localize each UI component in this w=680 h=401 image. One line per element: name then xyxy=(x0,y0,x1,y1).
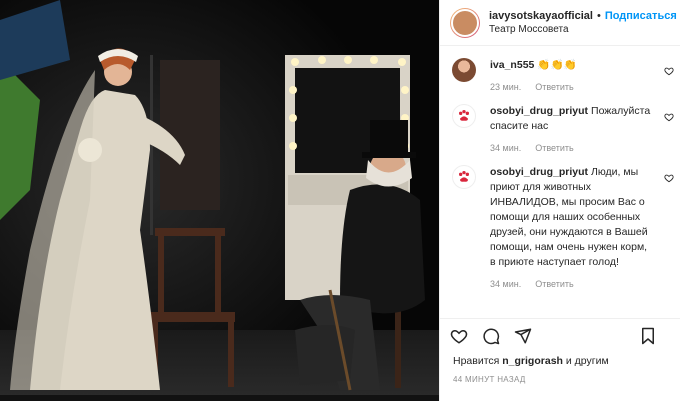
comment-username[interactable]: osobyi_drug_priyut xyxy=(490,105,588,117)
follow-button[interactable]: Подписаться xyxy=(605,10,677,22)
commenter-avatar[interactable] xyxy=(452,104,476,128)
comment-text: Люди, мы приют для животных ИНВАЛИДОВ, м… xyxy=(490,166,648,268)
comment-username[interactable]: osobyi_drug_priyut xyxy=(490,166,588,178)
bookmark-icon[interactable] xyxy=(640,327,656,345)
paw-logo-icon xyxy=(459,110,469,121)
post-side-panel: iavysotskayaofficial • Подписаться Театр М… xyxy=(439,0,680,401)
likes-prefix: Нравится xyxy=(453,355,500,367)
comment-time[interactable]: 34 мин. xyxy=(490,143,521,153)
like-comment-heart-icon[interactable] xyxy=(664,112,674,122)
post-photo[interactable] xyxy=(0,0,439,401)
stage-photo-illustration xyxy=(0,0,439,401)
reply-button[interactable]: Ответить xyxy=(535,279,573,289)
comments-list[interactable]: iva_n555 👏👏👏 23 мин. Ответить osobyi_drug_… xyxy=(440,46,680,314)
like-comment-heart-icon[interactable] xyxy=(664,66,674,76)
commenter-avatar[interactable] xyxy=(452,165,476,189)
post-header: iavysotskayaofficial • Подписаться Театр М… xyxy=(440,0,680,46)
comment-text: 👏👏👏 xyxy=(537,59,577,71)
post-actions-bar xyxy=(440,318,680,352)
likes-summary[interactable]: Нравится n_grigorash и другим xyxy=(453,355,609,367)
author-username[interactable]: iavysotskayaofficial xyxy=(489,10,593,22)
like-heart-icon[interactable] xyxy=(450,327,468,345)
paw-logo-icon xyxy=(459,171,469,182)
reply-button[interactable]: Ответить xyxy=(535,143,573,153)
reply-button[interactable]: Ответить xyxy=(535,82,573,92)
commenter-avatar[interactable] xyxy=(452,58,476,82)
comment-item: osobyi_drug_priyut Пожалуйста спасите нас… xyxy=(440,92,680,153)
separator-dot: • xyxy=(596,10,601,22)
likes-suffix[interactable]: и другим xyxy=(566,355,609,367)
comment-time[interactable]: 23 мин. xyxy=(490,82,521,92)
like-comment-heart-icon[interactable] xyxy=(664,173,674,183)
author-avatar[interactable] xyxy=(450,7,480,38)
comment-item: osobyi_drug_priyut Люди, мы приют для жив… xyxy=(440,153,680,289)
comment-item: iva_n555 👏👏👏 23 мин. Ответить xyxy=(440,46,680,92)
share-paper-plane-icon[interactable] xyxy=(514,327,532,345)
post-timestamp[interactable]: 44 МИНУТ НАЗАД xyxy=(453,375,526,384)
post-location[interactable]: Театр Моссовета xyxy=(489,23,677,37)
comment-time[interactable]: 34 мин. xyxy=(490,279,521,289)
comment-username[interactable]: iva_n555 xyxy=(490,59,534,71)
liker-username[interactable]: n_grigorash xyxy=(502,355,563,367)
comment-icon[interactable] xyxy=(482,327,500,345)
